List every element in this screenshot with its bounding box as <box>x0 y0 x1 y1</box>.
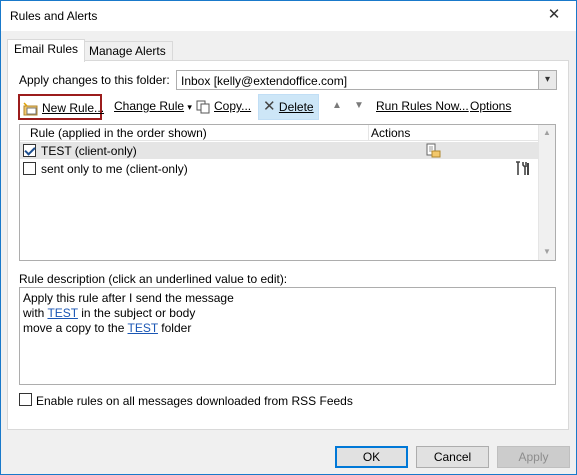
caret-down-icon: ▾ <box>187 102 192 112</box>
subject-value-link[interactable]: TEST <box>47 306 77 320</box>
scroll-down-icon[interactable]: ▼ <box>539 244 555 260</box>
column-header-rule[interactable]: Rule (applied in the order shown) <box>30 126 207 140</box>
rule-checkbox[interactable] <box>23 162 36 175</box>
email-rules-panel: Apply changes to this folder: Inbox [kel… <box>7 60 569 430</box>
copy-button[interactable]: Copy... <box>196 94 251 120</box>
rule-name: TEST (client-only) <box>41 144 137 158</box>
delete-x-icon: ✕ <box>263 98 276 115</box>
description-line: Apply this rule after I send the message <box>23 291 234 305</box>
move-to-folder-icon <box>426 143 441 158</box>
tab-email-rules[interactable]: Email Rules <box>7 39 86 62</box>
move-up-icon[interactable]: ▲ <box>332 94 342 120</box>
copy-label: Copy... <box>214 99 252 113</box>
options-label: Options <box>470 99 512 113</box>
move-down-icon[interactable]: ▼ <box>354 94 364 120</box>
rules-list[interactable]: Rule (applied in the order shown) Action… <box>19 124 556 261</box>
rule-row[interactable]: TEST (client-only) <box>20 142 539 159</box>
rule-row[interactable]: sent only to me (client-only) <box>20 160 539 177</box>
folder-value-link[interactable]: TEST <box>128 321 158 335</box>
rss-label: Enable rules on all messages downloaded … <box>36 394 353 408</box>
close-icon[interactable]: ✕ <box>542 5 566 25</box>
description-line: move a copy to the TEST folder <box>23 321 552 336</box>
folder-label: Apply changes to this folder: <box>19 73 170 87</box>
rule-name: sent only to me (client-only) <box>41 162 188 176</box>
apply-button[interactable]: Apply <box>497 446 570 468</box>
change-rule-button[interactable]: Change Rule ▾ <box>114 94 192 120</box>
rule-description-box: Apply this rule after I send the message… <box>19 287 556 385</box>
column-divider[interactable] <box>368 125 369 141</box>
run-rules-now-button[interactable]: Run Rules Now... <box>376 94 469 120</box>
scroll-up-icon[interactable]: ▲ <box>539 125 555 141</box>
description-text: folder <box>157 321 192 335</box>
delete-label: Delete <box>278 100 314 114</box>
description-text: move a copy to the <box>23 321 128 335</box>
rss-checkbox[interactable] <box>19 393 32 406</box>
description-line: with TEST in the subject or body <box>23 306 552 321</box>
rule-checkbox[interactable] <box>23 144 36 157</box>
new-rule-label: New Rule... <box>42 101 105 115</box>
change-rule-label: Change Rule <box>114 99 185 113</box>
folder-row: Apply changes to this folder: Inbox [kel… <box>19 70 559 90</box>
new-rule-button[interactable]: New Rule... <box>18 94 105 120</box>
folder-value: Inbox [kelly@extendoffice.com] <box>181 74 348 88</box>
rules-list-header: Rule (applied in the order shown) Action… <box>20 125 539 141</box>
options-button[interactable]: Options <box>470 94 511 120</box>
copy-icon <box>196 100 210 114</box>
run-rules-label: Run Rules Now... <box>376 99 469 113</box>
description-text: with <box>23 306 48 320</box>
new-rule-icon <box>23 102 38 116</box>
tools-icon <box>516 161 529 175</box>
description-text: in the subject or body <box>77 306 196 320</box>
tab-manage-alerts[interactable]: Manage Alerts <box>82 41 173 61</box>
column-header-actions[interactable]: Actions <box>371 126 410 140</box>
folder-select[interactable]: Inbox [kelly@extendoffice.com] ▾ <box>176 70 557 90</box>
rules-and-alerts-dialog: Rules and Alerts ✕ Email Rules Manage Al… <box>0 0 577 475</box>
rule-description-label: Rule description (click an underlined va… <box>19 272 288 286</box>
rules-list-scrollbar[interactable]: ▲ ▼ <box>538 125 555 260</box>
window-title: Rules and Alerts <box>10 9 98 23</box>
delete-button[interactable]: ✕ Delete <box>258 94 319 120</box>
rules-toolbar: New Rule... Change Rule ▾ Copy... ✕ Dele… <box>18 94 563 120</box>
title-bar: Rules and Alerts ✕ <box>1 1 576 31</box>
cancel-button[interactable]: Cancel <box>416 446 489 468</box>
chevron-down-icon[interactable]: ▾ <box>538 71 556 89</box>
ok-button[interactable]: OK <box>335 446 408 468</box>
